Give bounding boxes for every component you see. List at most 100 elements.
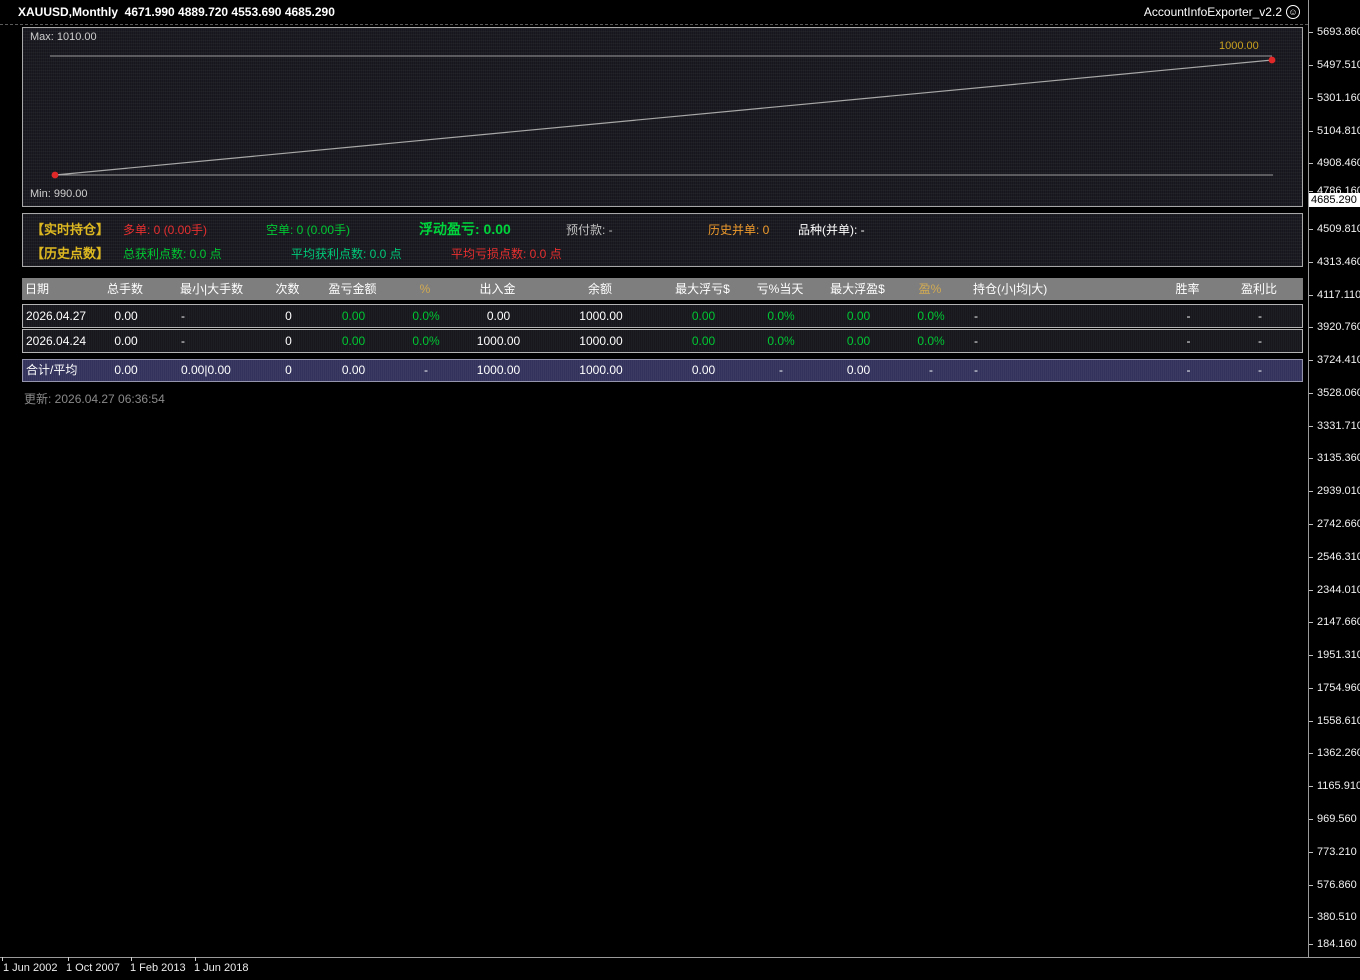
long-orders-value: 多单: 0 (0.00手) xyxy=(123,221,207,238)
balance-line-chart xyxy=(23,28,1300,204)
data-cell: 0.00 xyxy=(91,305,161,327)
time-tick xyxy=(2,957,3,961)
price-label-text: 2546.310 xyxy=(1317,551,1360,563)
price-label: 1754.960 xyxy=(1309,682,1360,694)
avg-loss-points-value: 平均亏损点数: 0.0 点 xyxy=(451,245,562,262)
total-cell: - xyxy=(1216,360,1304,381)
total-cell: 0.00|0.00 xyxy=(161,360,266,381)
price-tick xyxy=(1309,885,1313,886)
data-cell: - xyxy=(161,305,266,327)
price-label: 969.560 xyxy=(1309,813,1357,825)
time-label: 1 Feb 2013 xyxy=(130,962,186,974)
avg-profit-points-value: 平均获利点数: 0.0 点 xyxy=(291,245,402,262)
price-label-text: 4509.810 xyxy=(1317,223,1360,235)
price-tick xyxy=(1309,262,1313,263)
price-label-text: 1951.310 xyxy=(1317,649,1360,661)
price-label-text: 576.860 xyxy=(1317,879,1357,891)
time-label: 1 Oct 2007 xyxy=(66,962,120,974)
data-cell: - xyxy=(1161,305,1216,327)
price-label-text: 3724.410 xyxy=(1317,354,1360,366)
total-profit-points-value: 总获利点数: 0.0 点 xyxy=(123,245,222,262)
price-tick xyxy=(1309,229,1313,230)
data-cell: - xyxy=(1216,305,1304,327)
price-tick xyxy=(1309,688,1313,689)
price-label: 4908.460 xyxy=(1309,157,1360,169)
data-cell: 0.00 xyxy=(661,305,746,327)
current-price-badge: 4685.290 xyxy=(1309,193,1360,207)
data-cell: 0.0% xyxy=(901,330,961,352)
header-cell: 持仓(小|均|大) xyxy=(960,278,1160,300)
short-orders-value: 空单: 0 (0.00手) xyxy=(266,221,350,238)
stats-table-row: 2026.04.240.00-00.000.0%1000.001000.000.… xyxy=(22,329,1303,353)
price-label: 576.860 xyxy=(1309,879,1357,891)
price-label: 2742.660 xyxy=(1309,518,1360,530)
smiley-icon[interactable]: ☺ xyxy=(1286,5,1300,19)
price-label: 380.510 xyxy=(1309,911,1357,923)
start-point-dot xyxy=(52,172,59,179)
price-label-text: 1362.260 xyxy=(1317,747,1360,759)
price-label: 5301.160 xyxy=(1309,92,1360,104)
stats-table-row: 2026.04.270.00-00.000.0%0.001000.000.000… xyxy=(22,304,1303,328)
header-cell: 胜率 xyxy=(1160,278,1215,300)
data-cell: 0 xyxy=(266,330,311,352)
data-cell: 2026.04.24 xyxy=(23,330,91,352)
header-cell: 总手数 xyxy=(90,278,160,300)
price-tick xyxy=(1309,590,1313,591)
price-label: 1951.310 xyxy=(1309,649,1360,661)
total-cell: - xyxy=(901,360,961,381)
data-cell: 0.0% xyxy=(901,305,961,327)
total-cell: - xyxy=(396,360,456,381)
min-balance-label: Min: 990.00 xyxy=(30,188,87,200)
price-label: 1558.610 xyxy=(1309,715,1360,727)
header-cell: 余额 xyxy=(540,278,660,300)
total-cell: 1000.00 xyxy=(541,360,661,381)
time-tick xyxy=(68,957,69,961)
data-cell: 0.00 xyxy=(91,330,161,352)
time-tick xyxy=(131,957,132,961)
total-cell: - xyxy=(1161,360,1216,381)
time-tick xyxy=(195,957,196,961)
price-label: 3135.360 xyxy=(1309,452,1360,464)
history-merged-value: 历史并单: 0 xyxy=(708,221,769,238)
header-cell: 日期 xyxy=(22,278,90,300)
price-tick xyxy=(1309,557,1313,558)
data-cell: - xyxy=(161,330,266,352)
price-tick xyxy=(1309,852,1313,853)
price-label-text: 1754.960 xyxy=(1317,682,1360,694)
price-tick xyxy=(1309,819,1313,820)
data-cell: 0.00 xyxy=(661,330,746,352)
price-label-text: 4313.460 xyxy=(1317,256,1360,268)
price-tick xyxy=(1309,944,1313,945)
price-label-text: 380.510 xyxy=(1317,911,1357,923)
price-tick xyxy=(1309,426,1313,427)
total-cell: 1000.00 xyxy=(456,360,541,381)
price-label-text: 5693.860 xyxy=(1317,26,1360,38)
price-label-text: 3528.060 xyxy=(1317,387,1360,399)
price-tick xyxy=(1309,32,1313,33)
price-tick xyxy=(1309,786,1313,787)
price-label-text: 1558.610 xyxy=(1317,715,1360,727)
price-tick xyxy=(1309,622,1313,623)
price-label-text: 773.210 xyxy=(1317,846,1357,858)
price-label-text: 2344.010 xyxy=(1317,584,1360,596)
price-tick xyxy=(1309,491,1313,492)
data-cell: - xyxy=(961,305,1161,327)
price-label-text: 5104.810 xyxy=(1317,125,1360,137)
data-cell: 0.0% xyxy=(396,305,456,327)
data-cell: 0 xyxy=(266,305,311,327)
data-cell: 0.00 xyxy=(816,305,901,327)
balance-chart-panel[interactable]: Max: 1010.00 Min: 990.00 1000.00 xyxy=(22,27,1303,207)
price-label: 2546.310 xyxy=(1309,551,1360,563)
total-cell: - xyxy=(961,360,1161,381)
time-label: 1 Jun 2018 xyxy=(194,962,248,974)
price-tick xyxy=(1309,295,1313,296)
price-tick xyxy=(1309,655,1313,656)
data-cell: 0.0% xyxy=(396,330,456,352)
price-label: 3528.060 xyxy=(1309,387,1360,399)
data-cell: 1000.00 xyxy=(541,305,661,327)
price-label: 4313.460 xyxy=(1309,256,1360,268)
price-label-text: 1165.910 xyxy=(1317,780,1360,792)
ea-name-label: AccountInfoExporter_v2.2 xyxy=(1144,5,1282,19)
total-cell: 0.00 xyxy=(816,360,901,381)
data-cell: 0.0% xyxy=(746,305,816,327)
